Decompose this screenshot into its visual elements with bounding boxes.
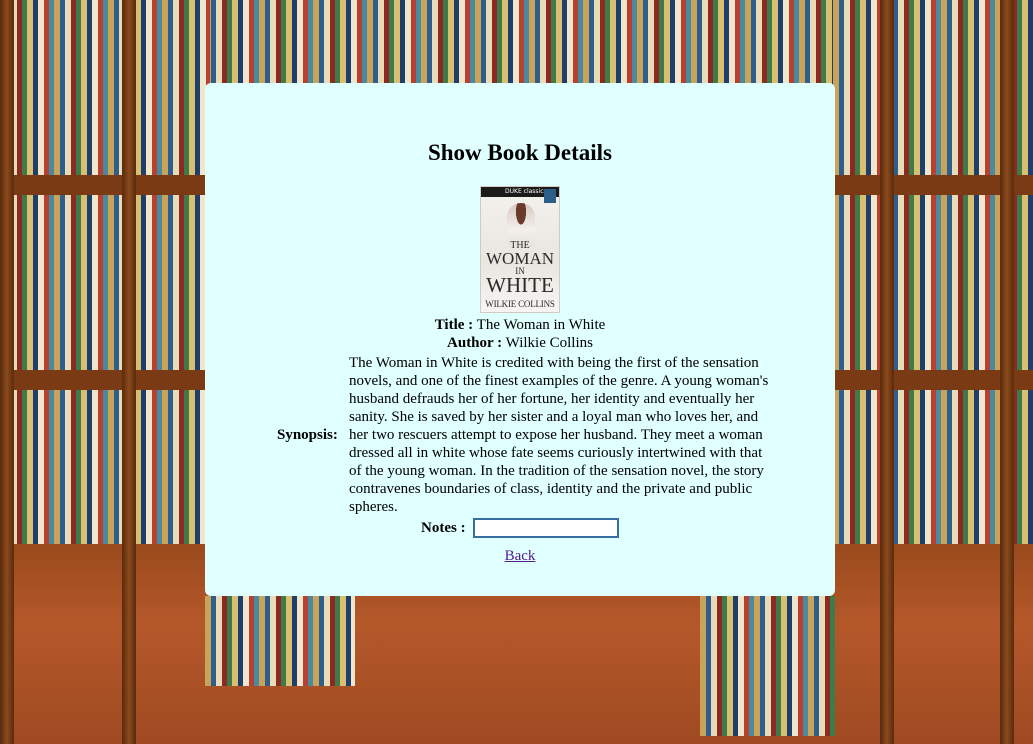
background-shelf-post <box>1000 0 1014 744</box>
book-cover-image: DUKE classics THE WOMAN IN WHITE WILKIE … <box>480 186 560 313</box>
notes-row: Notes : <box>205 517 835 539</box>
publisher-logo-icon <box>544 189 556 203</box>
back-link[interactable]: Back <box>205 547 835 565</box>
synopsis-row: Synopsis: The Woman in White is credited… <box>205 353 835 517</box>
author-value: Wilkie Collins <box>505 335 593 351</box>
cover-author-text: WILKIE COLLINS <box>485 299 555 309</box>
author-row: Author : Wilkie Collins <box>205 334 835 352</box>
title-value: The Woman in White <box>476 317 606 333</box>
background-shelf-post <box>0 0 14 744</box>
page-root: Show Book Details DUKE classics THE WOMA… <box>0 0 1033 744</box>
title-row: Title : The Woman in White <box>205 316 835 334</box>
background-shelf-post <box>880 0 894 744</box>
synopsis-text: The Woman in White is credited with bein… <box>349 355 769 515</box>
background-shelf-lower-left <box>205 596 355 686</box>
synopsis-label: Synopsis: <box>277 427 338 443</box>
cover-title-text: WHITE <box>486 273 554 297</box>
background-shelf-post <box>122 0 136 744</box>
cover-title-text: WOMAN <box>486 249 554 268</box>
background-shelf-lower-right <box>700 596 835 736</box>
author-label: Author : <box>447 335 503 351</box>
notes-label: Notes : <box>421 520 466 536</box>
page-title: Show Book Details <box>427 140 613 165</box>
notes-input[interactable] <box>473 518 619 538</box>
title-label: Title : <box>434 317 474 333</box>
background-shelf-back <box>205 0 835 90</box>
book-details-panel: Show Book Details DUKE classics THE WOMA… <box>205 83 835 596</box>
